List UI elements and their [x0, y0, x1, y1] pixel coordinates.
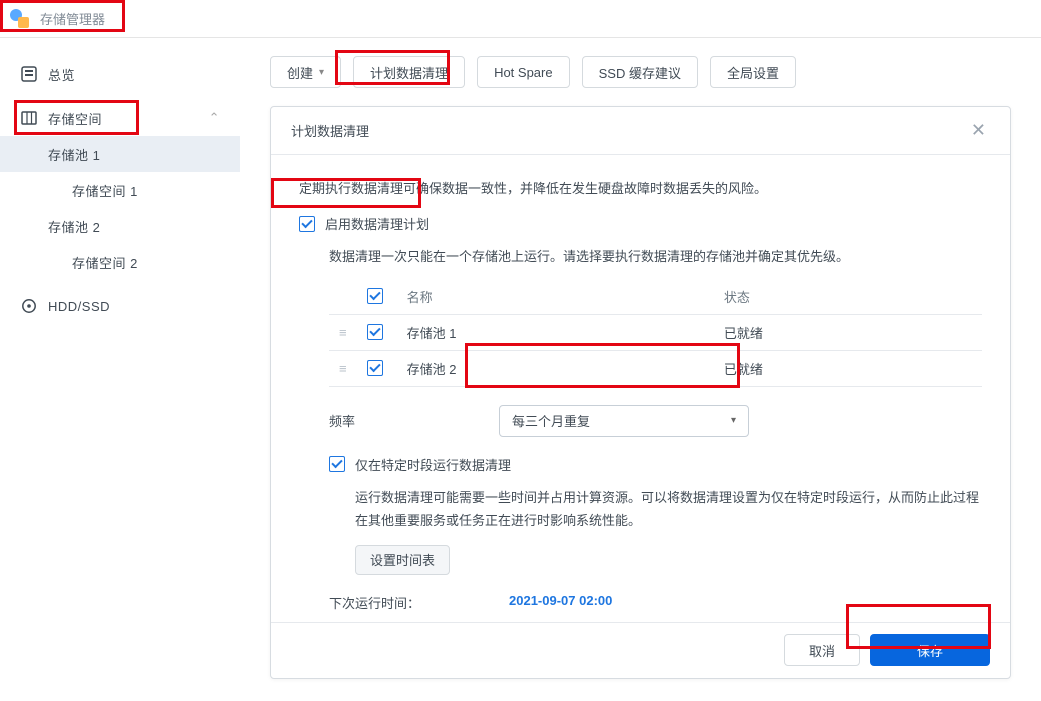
- button-label: 取消: [809, 644, 835, 659]
- sidebar-item-pool2[interactable]: 存储池 2: [0, 208, 240, 244]
- create-button[interactable]: 创建 ▾: [270, 56, 341, 88]
- enable-plan-checkbox[interactable]: [299, 216, 315, 232]
- sidebar-item-label: 存储空间: [48, 109, 102, 128]
- sidebar-item-label: 存储池 2: [48, 217, 100, 236]
- sidebar-item-label: 存储池 1: [48, 145, 100, 164]
- sidebar-item-vol2[interactable]: 存储空间 2: [0, 244, 240, 280]
- cancel-button[interactable]: 取消: [784, 634, 860, 666]
- titlebar: 存储管理器: [0, 0, 1041, 38]
- hotspare-button[interactable]: Hot Spare: [477, 56, 570, 88]
- drag-handle-icon[interactable]: ≡: [329, 350, 357, 386]
- enable-plan-label: 启用数据清理计划: [325, 214, 429, 233]
- next-run-row: 下次运行时间： 2021-09-07 02:00: [329, 593, 982, 612]
- scrub-dialog: 计划数据清理 ✕ 定期执行数据清理可确保数据一致性，并降低在发生硬盘故障时数据丢…: [270, 106, 1011, 679]
- save-button[interactable]: 保存: [870, 634, 990, 666]
- sidebar-item-hdd-ssd[interactable]: HDD/SSD: [0, 288, 240, 324]
- pool-table: 名称 状态 ≡ 存储池 1 已就绪: [329, 279, 982, 387]
- overview-icon: [20, 65, 38, 83]
- dialog-description: 定期执行数据清理可确保数据一致性，并降低在发生硬盘故障时数据丢失的风险。: [299, 177, 982, 200]
- sidebar-item-vol1[interactable]: 存储空间 1: [0, 172, 240, 208]
- scrub-button[interactable]: 计划数据清理: [353, 56, 465, 88]
- sidebar-item-label: HDD/SSD: [48, 299, 110, 314]
- app-title: 存储管理器: [40, 9, 105, 28]
- disk-icon: [20, 297, 38, 315]
- button-label: 创建: [287, 63, 313, 82]
- chevron-up-icon: ⌃: [209, 110, 220, 126]
- dialog-footer: 取消 保存: [271, 622, 1010, 678]
- next-run-time: 2021-09-07 02:00: [509, 593, 612, 612]
- time-window-row[interactable]: 仅在特定时段运行数据清理: [329, 455, 982, 474]
- sidebar-item-storage[interactable]: 存储空间 ⌃: [0, 100, 240, 136]
- button-label: Hot Spare: [494, 65, 553, 80]
- button-label: 设置时间表: [370, 553, 435, 568]
- sidebar-item-label: 总览: [48, 65, 75, 84]
- drag-handle-icon[interactable]: ≡: [329, 314, 357, 350]
- sidebar-item-overview[interactable]: 总览: [0, 56, 240, 92]
- global-settings-button[interactable]: 全局设置: [710, 56, 796, 88]
- button-label: 全局设置: [727, 63, 779, 82]
- row-checkbox[interactable]: [367, 360, 383, 376]
- toolbar: 创建 ▾ 计划数据清理 Hot Spare SSD 缓存建议 全局设置: [270, 56, 1011, 88]
- sidebar-item-pool1[interactable]: 存储池 1: [0, 136, 240, 172]
- col-check-header: [357, 279, 397, 315]
- sidebar: 总览 存储空间 ⌃ 存储池 1 存储空间 1 存储池 2 存储空间 2 HDD/…: [0, 38, 240, 701]
- ssd-cache-button[interactable]: SSD 缓存建议: [582, 56, 698, 88]
- cell-name: 存储池 1: [397, 314, 714, 350]
- time-window-checkbox[interactable]: [329, 456, 345, 472]
- app-icon: [8, 7, 32, 31]
- chevron-down-icon: ▾: [731, 415, 736, 426]
- dialog-body: 定期执行数据清理可确保数据一致性，并降低在发生硬盘故障时数据丢失的风险。 启用数…: [271, 155, 1010, 622]
- frequency-label: 频率: [329, 411, 499, 430]
- pool-hint: 数据清理一次只能在一个存储池上运行。请选择要执行数据清理的存储池并确定其优先级。: [329, 245, 982, 268]
- col-name: 名称: [397, 279, 714, 315]
- next-run-label: 下次运行时间：: [329, 593, 509, 612]
- button-label: SSD 缓存建议: [599, 63, 681, 82]
- cell-status: 已就绪: [714, 314, 982, 350]
- row-checkbox[interactable]: [367, 324, 383, 340]
- col-drag: [329, 279, 357, 315]
- frequency-row: 频率 每三个月重复 ▾: [329, 405, 982, 437]
- enable-plan-row[interactable]: 启用数据清理计划: [299, 214, 982, 233]
- cell-name: 存储池 2: [397, 350, 714, 386]
- cell-status: 已就绪: [714, 350, 982, 386]
- sidebar-item-label: 存储空间 2: [72, 253, 138, 272]
- dialog-header: 计划数据清理 ✕: [271, 107, 1010, 155]
- time-window-description: 运行数据清理可能需要一些时间并占用计算资源。可以将数据清理设置为仅在特定时段运行…: [355, 486, 982, 533]
- sidebar-item-label: 存储空间 1: [72, 181, 138, 200]
- frequency-select[interactable]: 每三个月重复 ▾: [499, 405, 749, 437]
- table-row: ≡ 存储池 1 已就绪: [329, 314, 982, 350]
- set-schedule-button[interactable]: 设置时间表: [355, 545, 450, 575]
- button-label: 保存: [917, 644, 943, 659]
- close-icon[interactable]: ✕: [967, 116, 990, 145]
- select-all-checkbox[interactable]: [367, 288, 383, 304]
- dialog-title: 计划数据清理: [291, 121, 369, 140]
- button-label: 计划数据清理: [370, 63, 448, 82]
- col-status: 状态: [714, 279, 982, 315]
- main-area: 创建 ▾ 计划数据清理 Hot Spare SSD 缓存建议 全局设置 计划数据…: [240, 38, 1041, 701]
- storage-icon: [20, 109, 38, 127]
- time-window-label: 仅在特定时段运行数据清理: [355, 455, 511, 474]
- table-row: ≡ 存储池 2 已就绪: [329, 350, 982, 386]
- chevron-down-icon: ▾: [319, 67, 324, 78]
- frequency-value: 每三个月重复: [512, 411, 590, 430]
